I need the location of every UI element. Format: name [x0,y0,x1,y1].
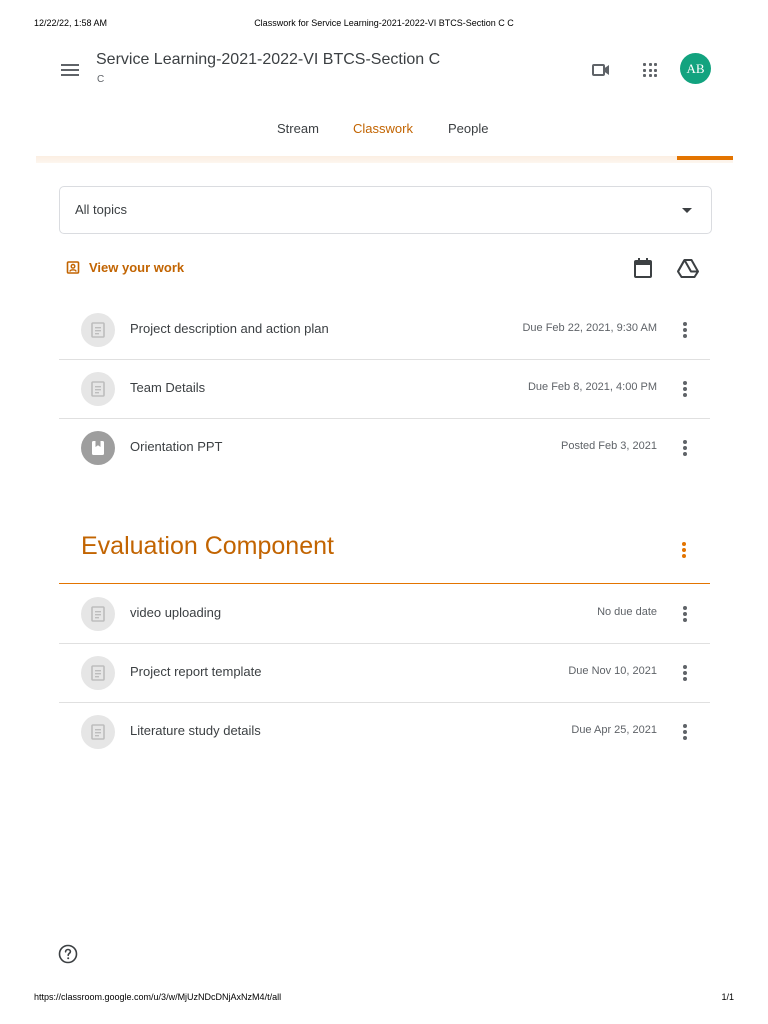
assignment-icon [81,597,115,631]
header-band [36,156,733,163]
tab-bar: Stream Classwork People [0,118,768,142]
dropdown-arrow-icon [682,208,692,213]
header-band-indicator [677,156,733,160]
item-title: Project description and action plan [130,321,329,336]
item-title: video uploading [130,605,222,620]
class-title[interactable]: Service Learning-2021-2022-VI BTCS-Secti… [96,51,440,69]
material-icon [81,431,115,465]
classwork-list: Project description and action plan Due … [59,301,710,478]
menu-icon[interactable] [58,58,82,82]
print-footer: https://classroom.google.com/u/3/w/MjUzN… [34,992,734,1006]
video-camera-icon[interactable] [589,58,613,82]
assignment-ind-icon [66,261,80,274]
print-page-number: 1/1 [721,992,734,1002]
app-bar: Service Learning-2021-2022-VI BTCS-Secti… [36,44,732,104]
topic-divider [59,583,710,584]
item-title: Literature study details [130,723,261,738]
topic-heading[interactable]: Evaluation Component [81,532,334,561]
assignment-icon [81,372,115,406]
more-vert-icon[interactable] [678,318,692,342]
view-your-work-label: View your work [89,259,185,275]
print-page-title: Classwork for Service Learning-2021-2022… [254,18,514,28]
avatar[interactable]: AB [680,53,711,84]
item-title: Orientation PPT [130,439,223,454]
print-url: https://classroom.google.com/u/3/w/MjUzN… [34,992,282,1002]
classwork-item[interactable]: Orientation PPT Posted Feb 3, 2021 [59,419,710,478]
item-title: Team Details [130,380,206,395]
apps-grid-icon[interactable] [638,58,662,82]
classwork-item[interactable]: Project description and action plan Due … [59,301,710,360]
print-header: 12/22/22, 1:58 AM Classwork for Service … [34,18,734,32]
item-posted-date: Posted Feb 3, 2021 [560,440,657,452]
assignment-icon [81,313,115,347]
classwork-item[interactable]: Project report template Due Nov 10, 2021 [59,644,710,703]
view-your-work-link[interactable]: View your work [66,258,184,276]
tab-stream[interactable]: Stream [277,121,319,136]
tab-classwork[interactable]: Classwork [353,121,413,136]
topic-filter-value: All topics [75,202,128,217]
tab-people[interactable]: People [448,121,488,136]
classwork-item[interactable]: Literature study details Due Apr 25, 202… [59,703,710,762]
calendar-icon[interactable] [631,256,655,280]
more-vert-icon[interactable] [678,661,692,685]
classwork-item[interactable]: video uploading No due date [59,585,710,644]
help-icon[interactable] [58,944,78,964]
classwork-item[interactable]: Team Details Due Feb 8, 2021, 4:00 PM [59,360,710,419]
class-section: C [97,74,105,85]
more-vert-icon[interactable] [678,602,692,626]
item-title: Project report template [130,664,262,679]
more-vert-icon[interactable] [678,377,692,401]
more-vert-icon[interactable] [678,436,692,460]
item-due-date: No due date [597,606,657,618]
topic-more-vert-icon[interactable] [677,538,691,562]
item-due-date: Due Feb 22, 2021, 9:30 AM [522,322,657,334]
google-drive-icon[interactable] [676,256,700,280]
assignment-icon [81,715,115,749]
topic-item-list: video uploading No due date Project repo… [59,585,710,762]
item-due-date: Due Apr 25, 2021 [571,724,657,736]
item-due-date: Due Nov 10, 2021 [568,665,657,677]
topic-filter-select[interactable]: All topics [59,186,712,234]
assignment-icon [81,656,115,690]
more-vert-icon[interactable] [678,720,692,744]
item-due-date: Due Feb 8, 2021, 4:00 PM [527,381,657,393]
